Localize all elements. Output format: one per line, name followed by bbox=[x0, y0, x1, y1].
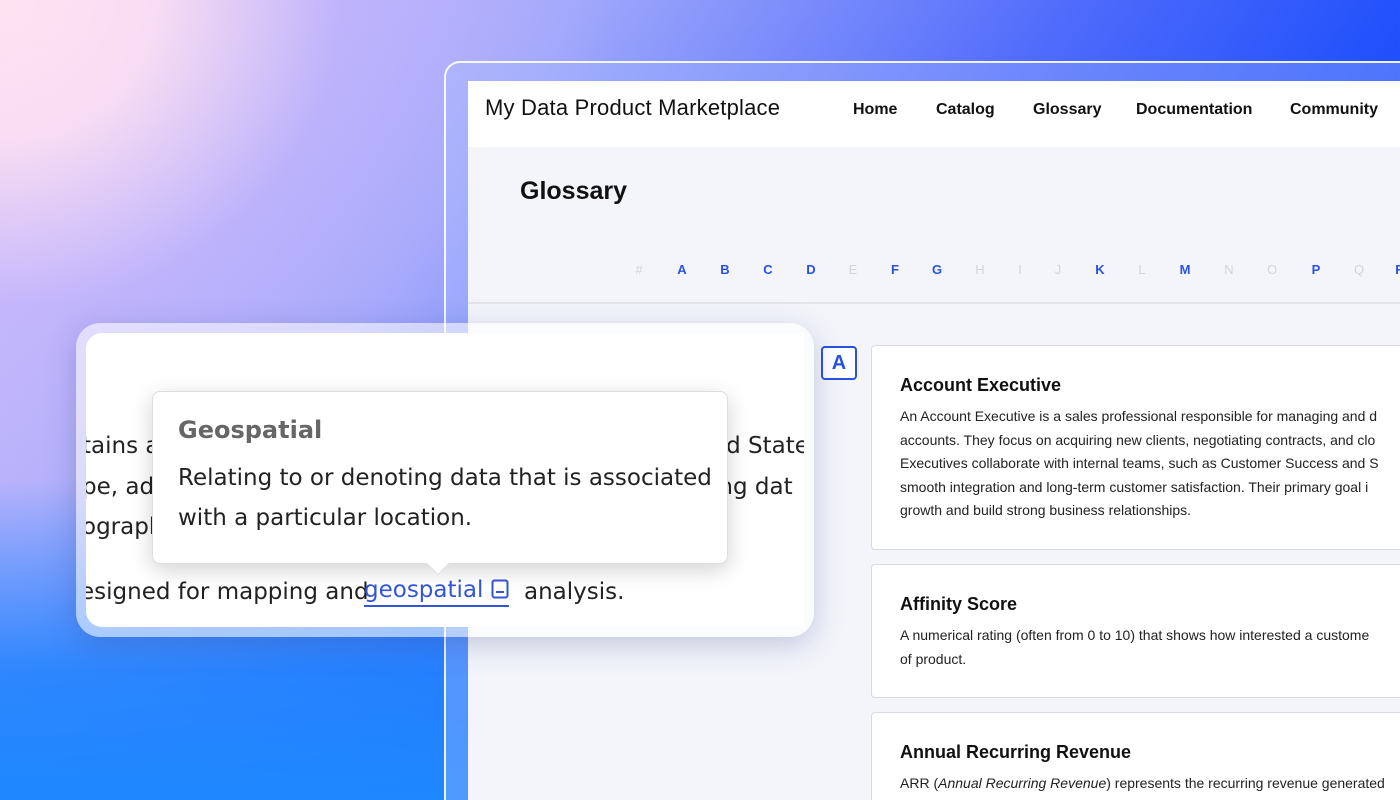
alpha-filter-j: J bbox=[1054, 262, 1062, 277]
zoom-panel: tains a pe, ad ographi ed State ing dat … bbox=[86, 333, 804, 627]
sentence-text: analysis. bbox=[524, 579, 625, 605]
term-description: ARR (Annual Recurring Revenue) represent… bbox=[900, 772, 1400, 796]
background-text: pe, ad bbox=[86, 474, 155, 500]
alpha-filter-e: E bbox=[848, 262, 858, 277]
section-divider bbox=[468, 302, 1400, 304]
alpha-filter-m[interactable]: M bbox=[1175, 262, 1195, 277]
term-title: Account Executive bbox=[900, 375, 1062, 395]
term-title: Affinity Score bbox=[900, 594, 1018, 614]
alpha-filter-i: I bbox=[1018, 262, 1022, 277]
glossary-tooltip: Geospatial Relating to or denoting data … bbox=[152, 391, 728, 576]
sentence-text: esigned for mapping and bbox=[86, 579, 369, 605]
term-description: A numerical rating (often from 0 to 10) … bbox=[900, 624, 1400, 671]
term-line: Executives collaborate with internal tea… bbox=[900, 455, 1379, 471]
term-text-italic: Annual Recurring Revenue bbox=[938, 775, 1107, 791]
nav-catalog[interactable]: Catalog bbox=[936, 101, 995, 119]
brand-title[interactable]: My Data Product Marketplace bbox=[485, 95, 780, 121]
term-text: ARR ( bbox=[900, 775, 939, 791]
book-icon bbox=[491, 579, 509, 598]
alpha-filter-o: O bbox=[1266, 262, 1278, 277]
alpha-filter-k[interactable]: K bbox=[1090, 262, 1110, 277]
alpha-filter-f[interactable]: F bbox=[885, 262, 905, 277]
alpha-filter-c[interactable]: C bbox=[758, 262, 778, 277]
term-text: ) represents the recurring revenue gener… bbox=[1106, 775, 1385, 791]
alpha-filter-q: Q bbox=[1353, 262, 1365, 277]
nav-documentation[interactable]: Documentation bbox=[1136, 101, 1252, 119]
alpha-filter-a[interactable]: A bbox=[672, 262, 692, 277]
tooltip-definition: Relating to or denoting data that is ass… bbox=[178, 465, 712, 531]
top-navigation: My Data Product Marketplace Home Catalog… bbox=[468, 81, 1400, 147]
term-line: growth and build strong business relatio… bbox=[900, 502, 1192, 518]
tooltip-title: Geospatial bbox=[178, 416, 323, 444]
alpha-filter-g[interactable]: G bbox=[927, 262, 947, 277]
nav-glossary[interactable]: Glossary bbox=[1033, 101, 1101, 119]
page-title: Glossary bbox=[520, 177, 628, 205]
alpha-filter-r[interactable]: R bbox=[1390, 262, 1400, 277]
section-letter-badge: A bbox=[821, 346, 857, 380]
alphabet-filter: # A B C D E F G H I J K L M N O P Q R bbox=[468, 262, 1400, 282]
term-title: Annual Recurring Revenue bbox=[900, 742, 1132, 762]
nav-home[interactable]: Home bbox=[853, 101, 897, 119]
nav-community[interactable]: Community bbox=[1290, 101, 1378, 119]
term-line: A numerical rating (often from 0 to 10) … bbox=[900, 627, 1370, 643]
term-line: accounts. They focus on acquiring new cl… bbox=[900, 431, 1376, 448]
term-description: An Account Executive is a sales professi… bbox=[900, 405, 1400, 523]
alpha-filter-n: N bbox=[1224, 262, 1234, 277]
term-card-affinity-score[interactable]: Affinity Score A numerical rating (often… bbox=[871, 564, 1400, 698]
alpha-filter-b[interactable]: B bbox=[715, 262, 735, 277]
glossary-term-label: geospatial bbox=[364, 577, 484, 603]
tooltip-arrow bbox=[426, 552, 450, 576]
term-card-account-executive[interactable]: Account Executive An Account Executive i… bbox=[871, 345, 1400, 550]
alpha-filter-hash: # bbox=[635, 262, 643, 277]
alpha-filter-d[interactable]: D bbox=[801, 262, 821, 277]
alpha-filter-h: H bbox=[975, 262, 985, 277]
term-card-annual-recurring-revenue[interactable]: Annual Recurring Revenue ARR (Annual Rec… bbox=[871, 712, 1400, 800]
background-text: tains a bbox=[86, 433, 160, 459]
alpha-filter-l: L bbox=[1138, 262, 1146, 277]
term-line: smooth integration and long-term custome… bbox=[900, 478, 1369, 495]
term-line: An Account Executive is a sales professi… bbox=[900, 408, 1378, 424]
alpha-filter-p[interactable]: P bbox=[1306, 262, 1326, 277]
glossary-term-link[interactable]: geospatial bbox=[364, 577, 510, 607]
term-line: of product. bbox=[900, 650, 967, 667]
